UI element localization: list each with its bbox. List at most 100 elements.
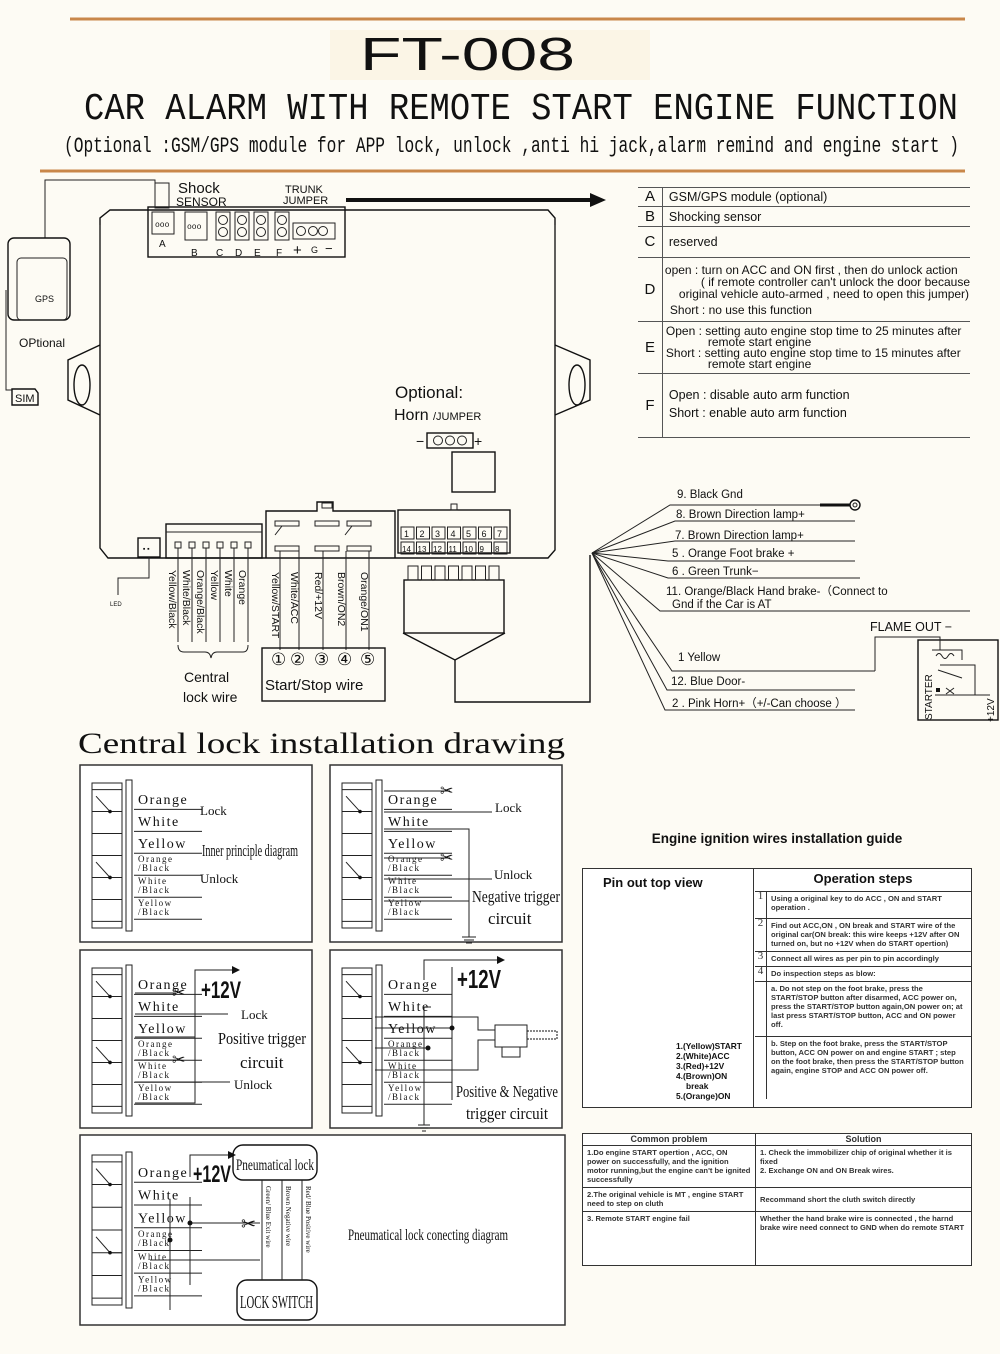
row-text: ( if remote controller can't unlock the … [700,274,970,289]
wire-7-label: 7. Brown Direction lamp+ [675,530,804,542]
starter-label: STARTER [924,674,935,720]
wire-color-label: /Black [388,885,421,895]
wiring-diagram-page: FT-008 CAR ALARM WITH REMOTE START ENGIN… [0,0,1000,1354]
gps-module: GPS OPtional SIM [5,179,156,406]
wire-color-label: /Black [138,863,171,873]
central-lock-wire-label: Orange/Black [194,570,206,634]
jumper-label-c: C [216,248,223,259]
wire-9-label: 9. Black Gnd [677,489,743,501]
wire-color-label: White [388,1000,430,1015]
wire-color-label: /Black [388,1070,421,1080]
wire-color-label: /Black [138,1048,171,1058]
pin-item: 4.(Brown)ON [676,1071,728,1081]
pin-label: 9 [480,545,485,554]
wire-11-label: 11. Orange/Black Hand brake-（Connect to [666,585,888,598]
step-row: b. Step on the foot brake, press the STA… [755,1037,971,1099]
pin-item: 2.(White)ACC [676,1051,730,1061]
row-letter: B [638,206,663,227]
table-row: 1.Do engine START opertion , ACC, ON pow… [582,1145,972,1188]
plus12v-label: +12V [986,698,997,722]
arrow-head-icon [590,193,606,207]
pin-label: 4 [451,529,456,539]
solution-header: Solution [755,1133,972,1146]
jumper-label-e: E [254,248,261,259]
wire-color-label: /Black [138,1238,171,1248]
wire-color-label: White [388,815,430,830]
pin-label: 2 [420,529,425,539]
pin-label: 6 [482,529,487,539]
wire-color-label: Yellow [388,1022,437,1037]
wire-5-label: 5 . Orange Foot brake + [672,548,795,560]
table-row: 3. Remote START engine fail Whether the h… [582,1211,972,1266]
jumper-g-plus: + [293,242,302,259]
pin-list: 1.(Yellow)START 2.(White)ACC 3.(Red)+12V… [676,1041,742,1101]
scissors-icon: ✂ [172,985,185,1002]
alarm-module [67,209,591,559]
p1-lock: Lock [200,803,227,818]
pin-label: 5 [466,529,471,539]
central-lock-label-1: Central [184,669,229,685]
ground-ring-icon [849,499,861,511]
wire-color-label: /Black [138,1070,171,1080]
p3-caption-2: circuit [240,1053,284,1072]
pin-item: 1.(Yellow)START [676,1041,742,1051]
pin-label: 12 [433,545,442,554]
step-row: a. Do not step on the foot brake, press … [755,982,971,1037]
row-letter: F [638,373,663,438]
horn-minus: − [416,433,424,449]
p4-caption-2: trigger circuit [466,1104,548,1123]
start-stop-number: ④ [337,650,352,669]
pin-item: 5.(Orange)ON [676,1091,731,1101]
p5-wire-2: Brown Negative wire [284,1186,292,1246]
wire-color-label: Orange [388,793,438,808]
wire-color-label: Orange [138,1166,188,1181]
row-letter: A [638,187,663,207]
start-stop-wire-label: Brown/ON2 [335,572,347,626]
table-row: E Open : setting auto engine stop time t… [638,321,970,374]
jumper-label-d: D [235,248,242,259]
wire-color-label: Yellow [138,1211,187,1226]
central-lock-label-2: lock wire [183,689,238,705]
table-row: F Open : disable auto arm function Short… [638,373,970,438]
harness-wire [591,552,970,612]
central-lock-wire-label: White [222,570,234,597]
wire-color-label: Yellow [388,837,437,852]
jumper-function-table: A GSM/GPS module (optional) B Shocking sen… [638,187,970,438]
scissors-icon: ✂ [440,850,453,867]
start-stop-wire-label: Yellow/START [269,572,281,639]
row-text: Short : no use this function [669,302,812,317]
wire-color-label: Yellow [138,1022,187,1037]
start-stop-wire-label: Orange/ON1 [358,572,370,632]
p3-plus12v: +12V [201,977,241,1004]
table-row: Creserved [638,226,970,258]
pin-label: 1 [404,529,409,539]
p2-caption-2: circuit [488,909,532,928]
p3-lock: Lock [241,1007,268,1022]
horn-connector [451,451,496,493]
led-label: LED [110,602,122,608]
table-row: D open : turn on ACC and ON first , then… [638,257,970,322]
engine-guide-title: Engine ignition wires installation guide [651,831,903,846]
row-letter: D [638,257,663,322]
pinout-title: Pin out top view [603,875,703,890]
p4-caption-1: Positive & Negative [456,1082,558,1101]
pin-item: 3.(Red)+12V [676,1061,725,1071]
wire-color-label: /Black [138,1092,171,1102]
central-lock-wire-label: Yellow [208,570,220,600]
step-row: 3 Connect all wires as per pin to pin acc… [755,951,971,967]
p5-wire-3: Red/ Blue Positive wire [304,1186,312,1253]
sim-label: SIM [15,393,35,405]
wire-color-label: White [138,1000,180,1015]
horn-jumper-label: /JUMPER [433,411,481,423]
p5-lock-switch: LOCK SWITCH [240,1292,313,1312]
row-text: remote start engine [707,356,812,371]
operation-steps: Operation steps 1 Using a original key to… [755,869,971,1099]
p2-unlock: Unlock [494,867,533,882]
wire-11-label-2: Gnd if the Car is AT [672,599,772,611]
pin-label: 11 [449,545,458,554]
gps-label: GPS [35,294,54,304]
wire-color-label: /Black [388,1092,421,1102]
jumper-g-label: G [311,245,318,255]
start-stop-label: Start/Stop wire [265,677,363,694]
row-text: original vehicle auto-armed , need to op… [678,286,970,301]
